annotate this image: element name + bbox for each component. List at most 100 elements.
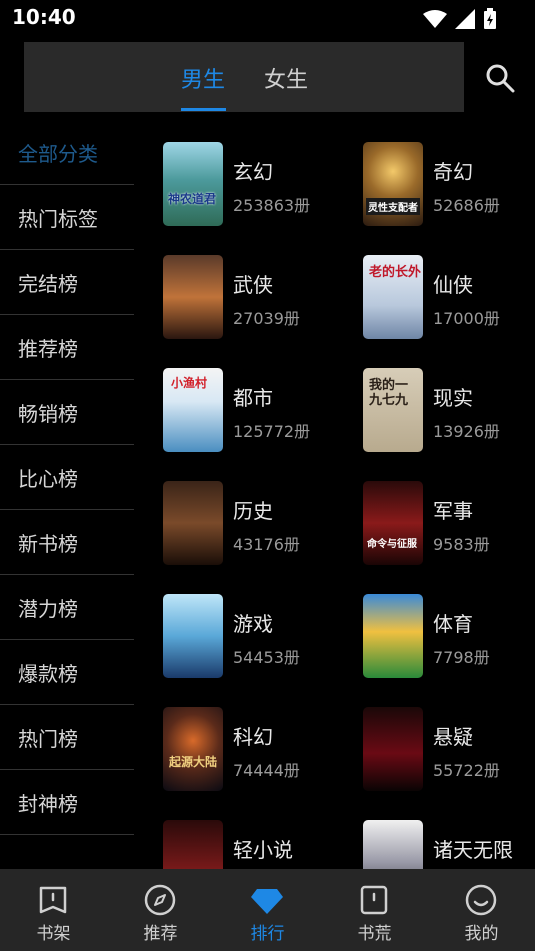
cover-title: 命令与征服 [367, 539, 417, 550]
category-name: 军事 [433, 499, 473, 523]
category-item-kehuan[interactable]: 起源大陆 科幻 74444册 [163, 707, 343, 795]
nav-label: 推荐 [143, 924, 178, 944]
category-count: 54453册 [233, 648, 300, 667]
category-count: 7798册 [433, 648, 490, 667]
category-item-wuxia[interactable]: 武侠 27039册 [163, 255, 343, 343]
signal-icon [455, 9, 475, 29]
nav-label: 书架 [36, 924, 71, 944]
book-cover [163, 481, 223, 565]
category-name: 诸天无限 [433, 838, 513, 862]
bottom-nav: 书架 推荐 排行 书荒 我的 [0, 869, 535, 951]
category-name: 现实 [433, 386, 473, 410]
book-cover: 小渔村 [163, 368, 223, 452]
category-name: 仙侠 [433, 273, 473, 297]
sidebar-item-recommended[interactable]: 推荐榜 [0, 315, 134, 380]
battery-icon [484, 8, 496, 29]
category-count: 13926册 [433, 422, 500, 441]
book-cover [163, 820, 223, 869]
book-icon [360, 885, 388, 915]
tab-male[interactable]: 男生 [181, 62, 225, 94]
wifi-icon [423, 10, 447, 28]
nav-ranking[interactable]: 排行 [214, 869, 321, 951]
category-item-dushi[interactable]: 小渔村 都市 125772册 [163, 368, 343, 456]
nav-bookshelf[interactable]: 书架 [0, 869, 107, 951]
status-time: 10:40 [12, 5, 76, 29]
category-name: 悬疑 [433, 725, 473, 749]
cover-title: 神农道君 [168, 192, 217, 206]
book-cover: 神农道君 [163, 142, 223, 226]
category-name: 游戏 [233, 612, 273, 636]
category-count: 74444册 [233, 761, 300, 780]
book-cover [163, 255, 223, 339]
book-cover: 命令与征服 [363, 481, 423, 565]
category-name: 科幻 [233, 725, 273, 749]
category-count: 9583册 [433, 535, 490, 554]
category-count: 52686册 [433, 196, 500, 215]
nav-book-shortage[interactable]: 书荒 [321, 869, 428, 951]
category-count: 43176册 [233, 535, 300, 554]
nav-label: 排行 [250, 924, 285, 944]
category-item-xuanhuan[interactable]: 神农道君 玄幻 253863册 [163, 142, 343, 230]
tab-female[interactable]: 女生 [264, 62, 308, 94]
category-count: 17000册 [433, 309, 500, 328]
category-name: 轻小说 [233, 838, 293, 862]
status-bar: 10:40 [0, 0, 535, 38]
nav-recommend[interactable]: 推荐 [107, 869, 214, 951]
diamond-icon [251, 889, 283, 914]
sidebar-item-viral[interactable]: 爆款榜 [0, 640, 134, 705]
nav-profile[interactable]: 我的 [428, 869, 535, 951]
smile-icon [465, 884, 497, 916]
cover-title: 灵性支配者 [366, 198, 420, 215]
bookshelf-icon [39, 886, 67, 914]
sidebar-item-popular[interactable]: 热门榜 [0, 705, 134, 770]
sidebar-item-hot-tags[interactable]: 热门标签 [0, 185, 134, 250]
category-item-junshi[interactable]: 命令与征服 军事 9583册 [363, 481, 535, 569]
category-grid: 神农道君 玄幻 253863册 灵性支配者 奇幻 52686册 武侠 27039… [163, 142, 535, 869]
category-name: 玄幻 [233, 160, 273, 184]
book-cover: 我的一九七九 [363, 368, 423, 452]
nav-label: 书荒 [357, 924, 392, 944]
sidebar-item-potential[interactable]: 潜力榜 [0, 575, 134, 640]
book-cover [363, 707, 423, 791]
category-item-xianxia[interactable]: 老的长外 仙侠 17000册 [363, 255, 535, 343]
category-name: 都市 [233, 386, 273, 410]
category-item-zhutian-wuxian[interactable]: 诸天无限 [363, 820, 535, 869]
category-item-qihuan[interactable]: 灵性支配者 奇幻 52686册 [363, 142, 535, 230]
book-cover: 起源大陆 [163, 707, 223, 791]
category-item-youxi[interactable]: 游戏 54453册 [163, 594, 343, 682]
sidebar-item-all-categories[interactable]: 全部分类 [0, 120, 134, 185]
category-name: 体育 [433, 612, 473, 636]
cover-title: 老的长外 [369, 265, 422, 280]
nav-label: 我的 [464, 924, 499, 944]
sidebar-item-bestselling[interactable]: 畅销榜 [0, 380, 134, 445]
ranking-sidebar: 全部分类 热门标签 完结榜 推荐榜 畅销榜 比心榜 新书榜 潜力榜 爆款榜 热门… [0, 120, 134, 835]
category-item-xuanyi[interactable]: 悬疑 55722册 [363, 707, 535, 795]
compass-icon [144, 884, 176, 916]
category-name: 武侠 [233, 273, 273, 297]
cover-title: 起源大陆 [169, 755, 218, 769]
category-item-tiyu[interactable]: 体育 7798册 [363, 594, 535, 682]
cover-title: 小渔村 [171, 376, 208, 390]
book-cover: 老的长外 [363, 255, 423, 339]
search-icon[interactable] [484, 62, 516, 94]
category-item-lishi[interactable]: 历史 43176册 [163, 481, 343, 569]
category-count: 55722册 [433, 761, 500, 780]
cover-title: 我的一九七九 [369, 378, 409, 408]
sidebar-item-hearts[interactable]: 比心榜 [0, 445, 134, 510]
status-icons [423, 8, 497, 30]
sidebar-item-hall-of-fame[interactable]: 封神榜 [0, 770, 134, 835]
sidebar-item-new-books[interactable]: 新书榜 [0, 510, 134, 575]
gender-tab-bar: 男生 女生 [24, 42, 464, 112]
category-item-xianshi[interactable]: 我的一九七九 现实 13926册 [363, 368, 535, 456]
category-count: 27039册 [233, 309, 300, 328]
category-name: 历史 [233, 499, 273, 523]
category-item-qingxiaoshuo[interactable]: 轻小说 [163, 820, 343, 869]
category-count: 125772册 [233, 422, 311, 441]
category-count: 253863册 [233, 196, 311, 215]
tab-indicator [181, 108, 226, 111]
book-cover [163, 594, 223, 678]
category-name: 奇幻 [433, 160, 473, 184]
book-cover [363, 820, 423, 869]
book-cover: 灵性支配者 [363, 142, 423, 226]
sidebar-item-completed[interactable]: 完结榜 [0, 250, 134, 315]
